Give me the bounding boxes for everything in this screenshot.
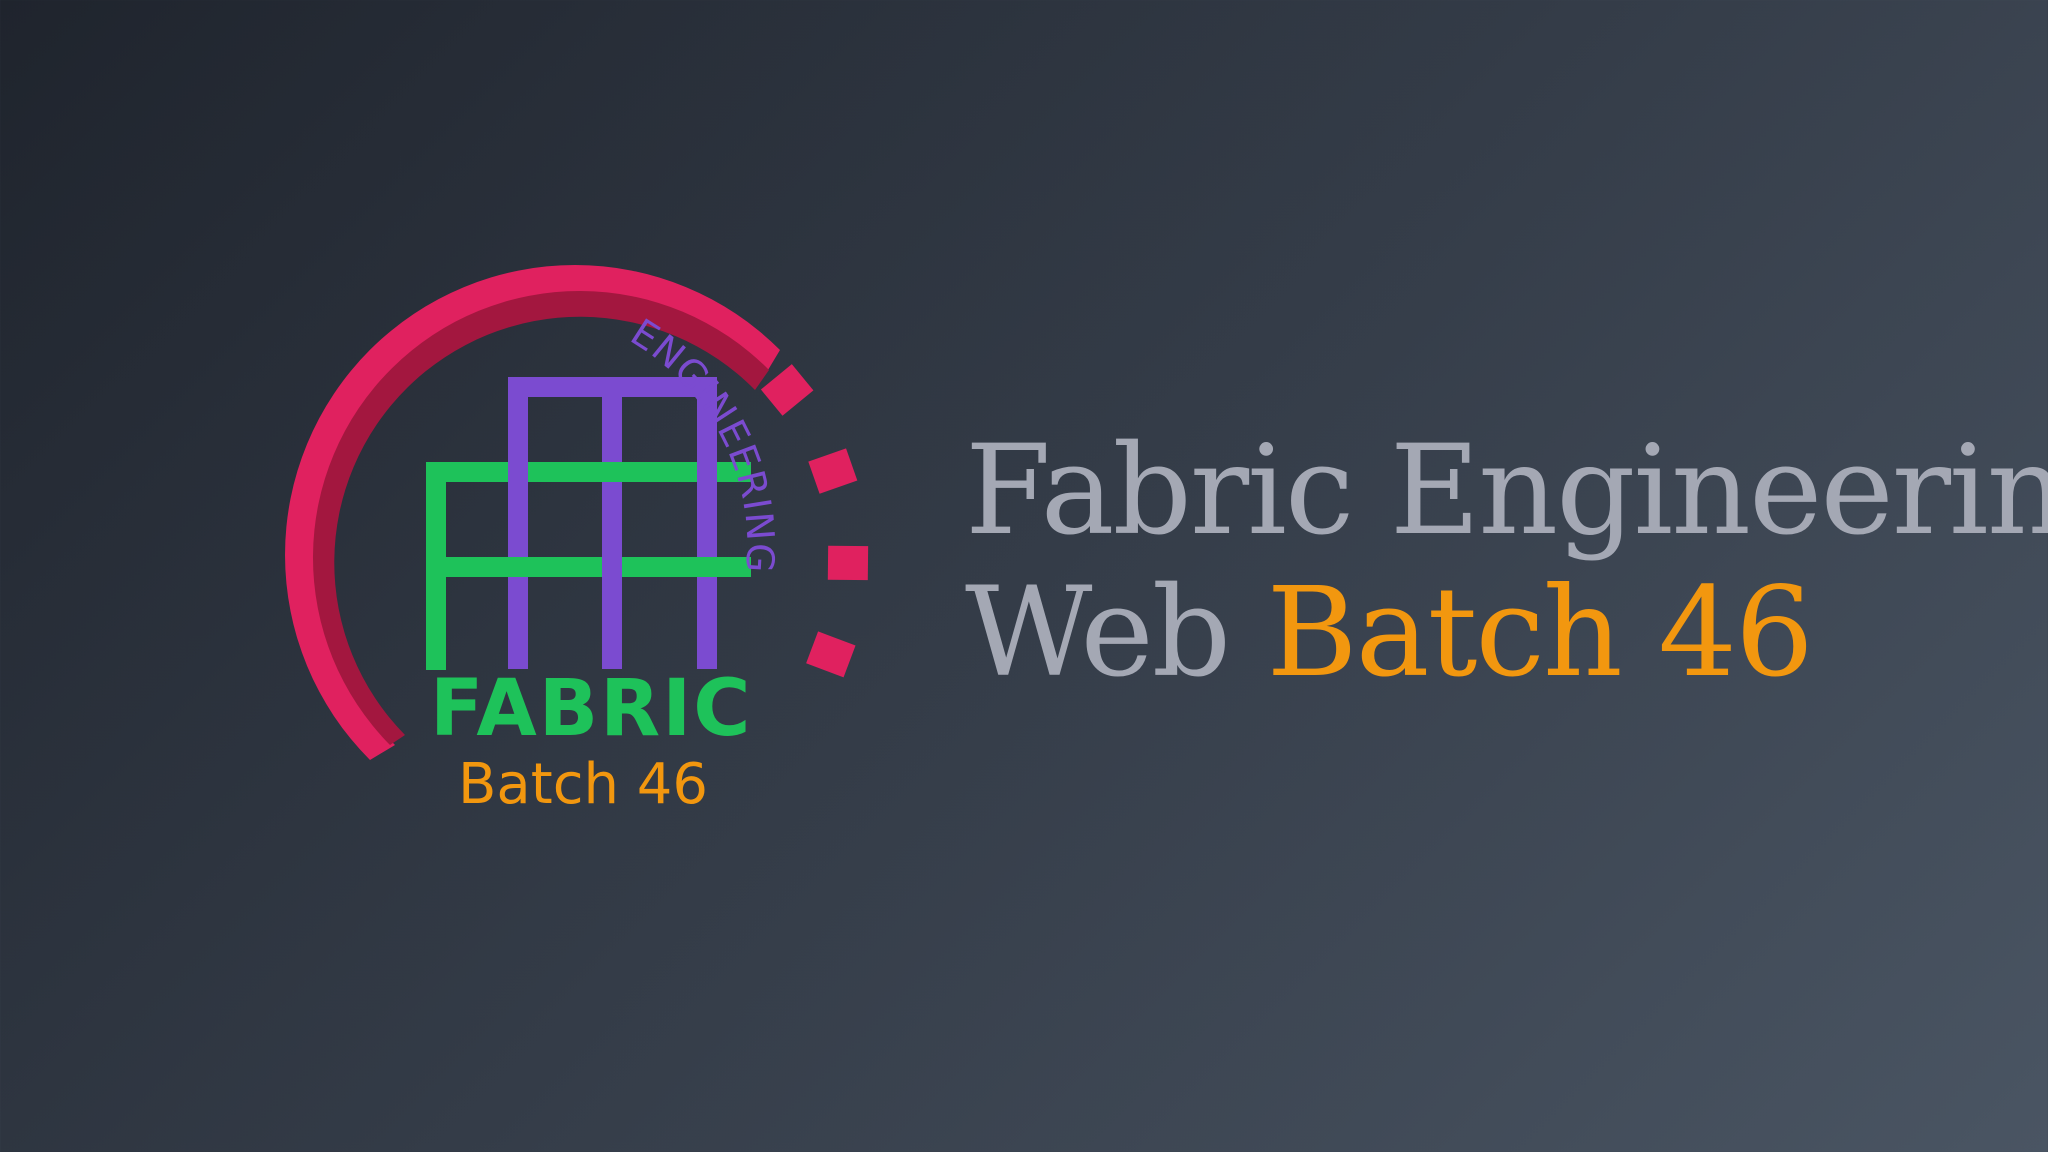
gear-tooth [827, 545, 869, 581]
headline-line-2-prefix: Web [965, 561, 1231, 705]
gear-tooth [760, 364, 814, 416]
headline-line-2: Web Batch 46 [965, 562, 2025, 704]
logo-batch-label: Batch 46 [458, 752, 708, 817]
gear-tooth [806, 631, 856, 678]
headline-batch: Batch 46 [1266, 561, 1814, 705]
headline-line-1: Fabric Engineering [965, 419, 2048, 563]
gear-tooth [808, 448, 858, 494]
logo-wordmark: FABRIC [430, 664, 752, 754]
logo-emblem: ENGINEERING FABRIC Batch 46 [285, 265, 869, 817]
fabric-engineering-logo: ENGINEERING FABRIC Batch 46 [250, 200, 970, 900]
headline: Fabric Engineering Web Batch 46 [965, 419, 2048, 704]
